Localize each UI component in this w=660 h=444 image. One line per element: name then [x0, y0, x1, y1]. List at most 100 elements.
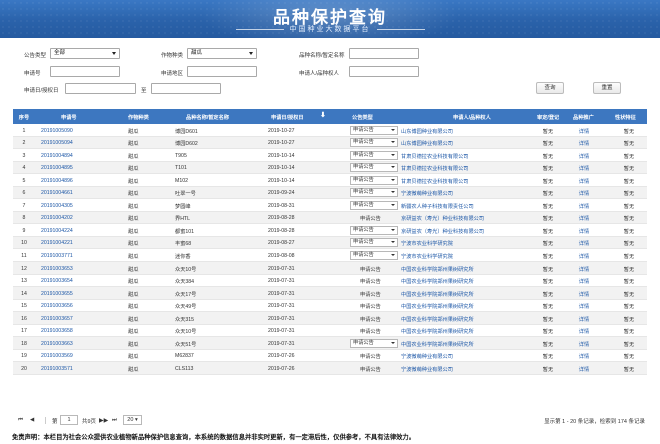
detail-link[interactable]: 详情 [575, 341, 593, 348]
applicant-link[interactable]: 宁波微萌种业有限公司 [401, 366, 531, 373]
detail-link[interactable]: 详情 [575, 328, 593, 335]
applicant-link[interactable]: 京研益农（寿光）种业科技有限公司 [401, 228, 531, 235]
detail-link[interactable]: 详情 [575, 266, 593, 273]
announce-type-row-select[interactable]: 申请公告 [350, 250, 398, 260]
chevron-down-icon [391, 128, 395, 131]
app-no-link[interactable]: 20191004224 [41, 228, 111, 234]
app-no-link[interactable]: 20191004894 [41, 153, 111, 159]
status-cell: 暂无 [542, 141, 554, 148]
applicant-link[interactable]: 中国农业科学院郑州果树研究所 [401, 328, 531, 335]
applicant-input[interactable] [349, 66, 419, 77]
applicant-link[interactable]: 山东博园种业有限公司 [401, 128, 531, 135]
applicant-link[interactable]: 宁波市农业科学研究院 [401, 240, 531, 247]
app-no-link[interactable]: 20191004661 [41, 190, 111, 196]
page-number-input[interactable]: 1 [60, 415, 78, 425]
announce-type-text: 申请公告 [360, 216, 381, 223]
app-no-link[interactable]: 20191003569 [41, 353, 111, 359]
app-no-link[interactable]: 20191004305 [41, 203, 111, 209]
app-no-input[interactable] [50, 66, 120, 77]
applicant-link[interactable]: 中国农业科学院郑州果树研究所 [401, 303, 531, 310]
date-to-input[interactable] [151, 83, 221, 94]
applicant-link[interactable]: 甘肃贝德拉农业科技有限公司 [401, 165, 531, 172]
detail-link[interactable]: 详情 [575, 165, 593, 172]
detail-link[interactable]: 详情 [575, 203, 593, 210]
applicant-link[interactable]: 中国农业科学院郑州果树研究所 [401, 266, 531, 273]
date-from-input[interactable] [65, 83, 136, 94]
applicant-link[interactable]: 京研益农（寿光）种业科技有限公司 [401, 215, 531, 222]
detail-link[interactable]: 详情 [575, 366, 593, 373]
applicant-link[interactable]: 宁波微萌种业有限公司 [401, 190, 531, 197]
applicant-link[interactable]: 新疆农人种子科技有限责任公司 [401, 203, 531, 210]
app-no-link[interactable]: 20191004895 [41, 165, 111, 171]
applicant-link[interactable]: 甘肃贝德拉农业科技有限公司 [401, 153, 531, 160]
applicant-link[interactable]: 宁波微萌种业有限公司 [401, 353, 531, 360]
app-no-link[interactable]: 20191003657 [41, 316, 111, 322]
applicant-link[interactable]: 甘肃贝德拉农业科技有限公司 [401, 178, 531, 185]
detail-link[interactable]: 详情 [575, 128, 593, 135]
applicant-link[interactable]: 中国农业科学院郑州果树研究所 [401, 278, 531, 285]
app-no-link[interactable]: 20191004221 [41, 240, 111, 246]
crop-select[interactable]: 甜瓜 [187, 48, 257, 59]
detail-link[interactable]: 详情 [575, 190, 593, 197]
announce-type-row-select[interactable]: 申请公告 [350, 125, 398, 135]
announce-type-row-select[interactable]: 申请公告 [350, 138, 398, 148]
header-date[interactable]: 申请日/授权日 [271, 114, 304, 121]
app-no-link[interactable]: 20191003655 [41, 291, 111, 297]
announce-type-row-select[interactable]: 申请公告 [350, 150, 398, 160]
detail-link[interactable]: 详情 [575, 228, 593, 235]
app-no-link[interactable]: 20191005094 [41, 140, 111, 146]
app-no-link[interactable]: 20191003656 [41, 303, 111, 309]
page-size-select[interactable]: 20 ▾ [123, 415, 142, 425]
record-summary: 显示第 1 - 20 条记录，检索到 174 条记录 [544, 419, 645, 425]
applicant-link[interactable]: 宁波市农业科学研究院 [401, 253, 531, 260]
region-input[interactable] [187, 66, 257, 77]
announce-type-row-select[interactable]: 申请公告 [350, 200, 398, 210]
detail-link[interactable]: 详情 [575, 215, 593, 222]
announce-type-row-select[interactable]: 申请公告 [350, 188, 398, 198]
announce-type-row-select[interactable]: 申请公告 [350, 238, 398, 248]
announce-type-row-select[interactable]: 申请公告 [350, 163, 398, 173]
detail-link[interactable]: 详情 [575, 140, 593, 147]
prev-page-icon[interactable]: ◀ [30, 417, 34, 423]
detail-link[interactable]: 详情 [575, 291, 593, 298]
announce-type-text: 申请公告 [360, 354, 381, 361]
first-page-icon[interactable]: ⏮ [18, 417, 23, 424]
announce-type-row-select[interactable]: 申请公告 [350, 338, 398, 348]
sort-down-icon[interactable]: ⬇ [320, 111, 326, 119]
detail-link[interactable]: 详情 [575, 178, 593, 185]
app-no-link[interactable]: 20191003653 [41, 266, 111, 272]
detail-link[interactable]: 详情 [575, 253, 593, 260]
app-no-link[interactable]: 20191003571 [41, 366, 111, 372]
table-row: 10 20191004221 甜瓜 丰蜜68 2019-08-27 宁波市农业科学研究院 暂… [13, 236, 647, 250]
app-no-link[interactable]: 20191005090 [41, 128, 111, 134]
detail-link[interactable]: 详情 [575, 278, 593, 285]
detail-link[interactable]: 详情 [575, 240, 593, 247]
last-page-icon[interactable]: ⏭ [112, 417, 117, 424]
query-button[interactable]: 查询 [536, 82, 564, 94]
header-name[interactable]: 品种名称/暂定名称 [186, 114, 229, 121]
detail-link[interactable]: 详情 [575, 316, 593, 323]
applicant-link[interactable]: 中国农业科学院郑州果树研究所 [401, 341, 531, 348]
status-cell: 暂无 [542, 366, 554, 373]
variety-name-input[interactable] [349, 48, 419, 59]
applicant-link[interactable]: 山东博园种业有限公司 [401, 140, 531, 147]
announce-type-text: 申请公告 [353, 251, 374, 258]
reset-button[interactable]: 重置 [593, 82, 621, 94]
app-no-link[interactable]: 20191003663 [41, 341, 111, 347]
next-page-icon[interactable]: ▶▶ [99, 417, 108, 424]
app-no-link[interactable]: 20191004896 [41, 178, 111, 184]
applicant-link[interactable]: 中国农业科学院郑州果树研究所 [401, 291, 531, 298]
app-no-link[interactable]: 20191003771 [41, 253, 111, 259]
detail-link[interactable]: 详情 [575, 353, 593, 360]
app-no-link[interactable]: 20191003654 [41, 278, 111, 284]
app-no-link[interactable]: 20191003658 [41, 328, 111, 334]
announce-type-select[interactable]: 全部 [50, 48, 120, 59]
crop-label: 作物种类 [161, 53, 184, 59]
header-app-no[interactable]: 申请号 [61, 114, 77, 121]
detail-link[interactable]: 详情 [575, 303, 593, 310]
announce-type-row-select[interactable]: 申请公告 [350, 225, 398, 235]
applicant-link[interactable]: 中国农业科学院郑州果树研究所 [401, 316, 531, 323]
detail-link[interactable]: 详情 [575, 153, 593, 160]
app-no-link[interactable]: 20191004202 [41, 215, 111, 221]
announce-type-row-select[interactable]: 申请公告 [350, 175, 398, 185]
